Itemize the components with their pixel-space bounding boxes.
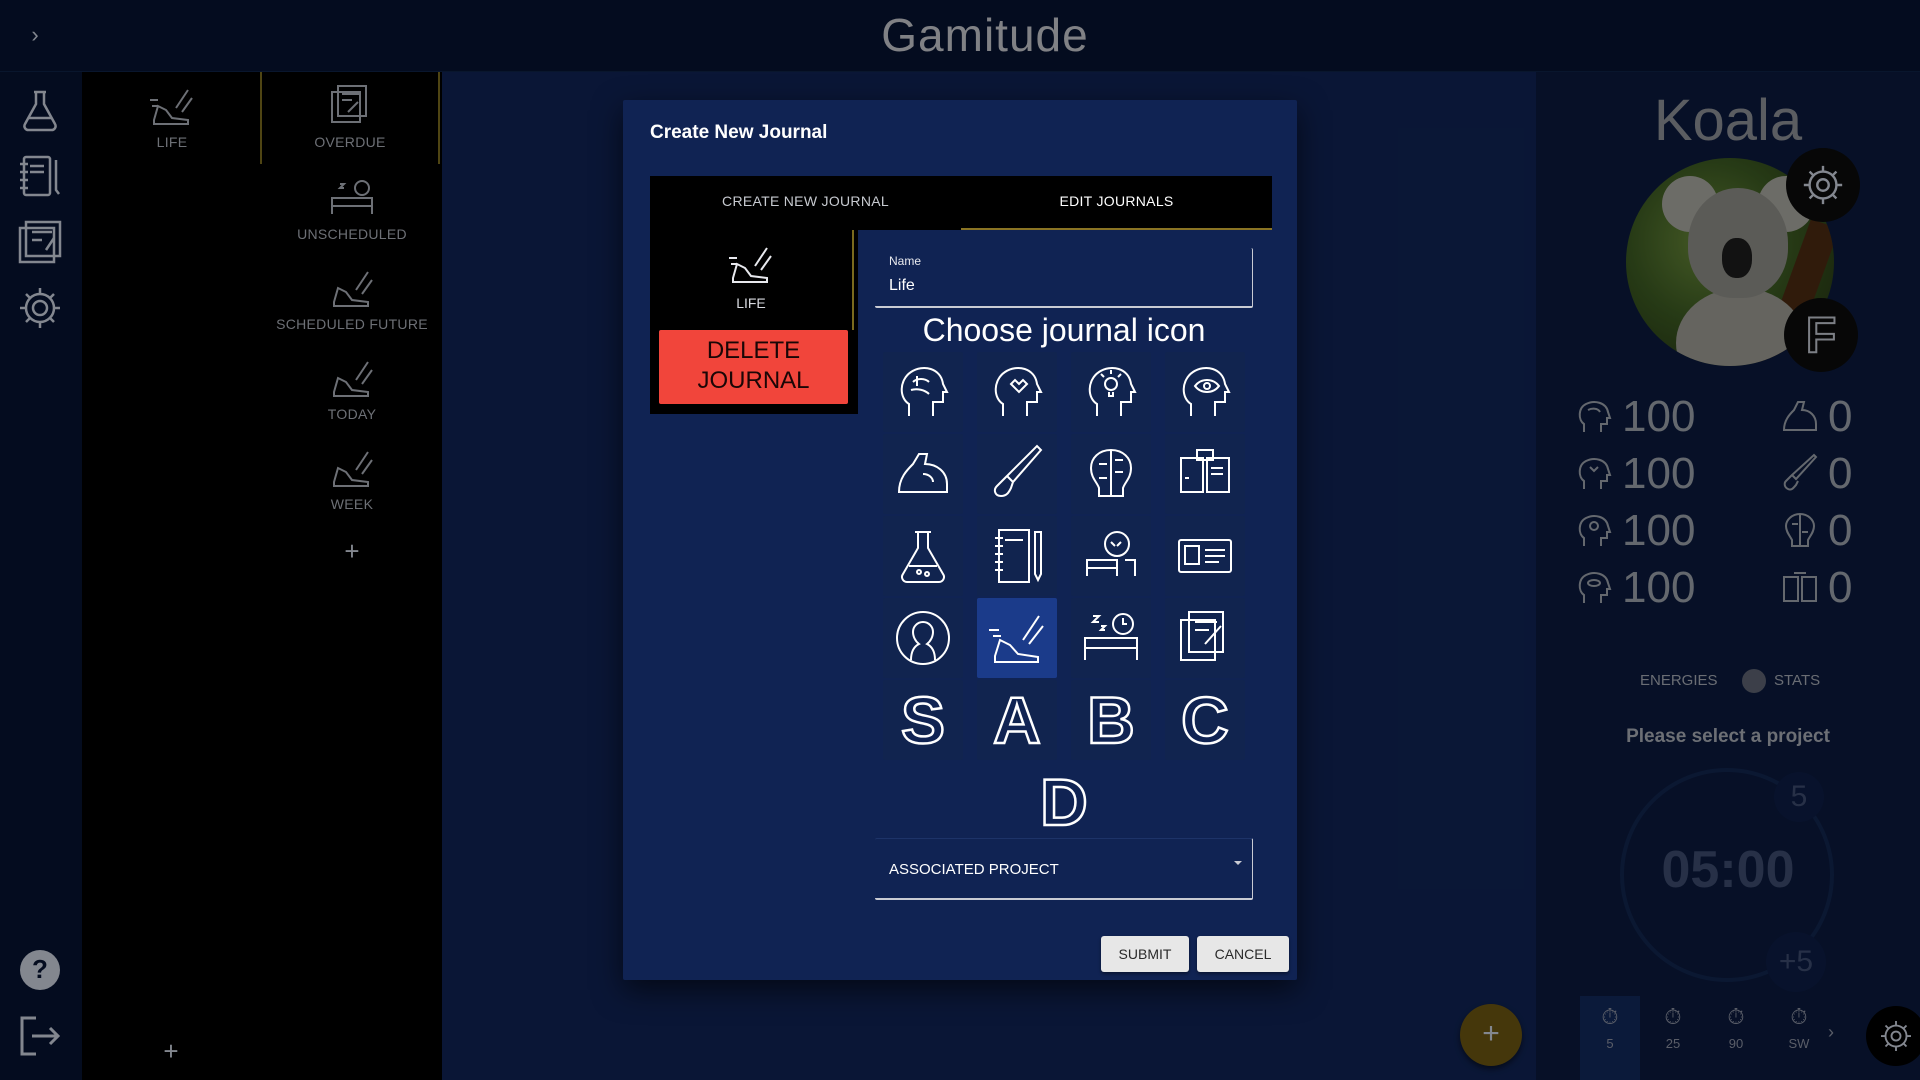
icon-option-checklist[interactable]: [1165, 598, 1245, 678]
heart-head-icon: [994, 367, 1043, 416]
name-label: Name: [889, 254, 922, 268]
eye-head-icon: [1182, 367, 1231, 416]
flask-icon: [901, 531, 945, 583]
journal-name-field[interactable]: Name: [875, 248, 1253, 308]
dialog-tabs: CREATE NEW JOURNAL EDIT JOURNALS: [650, 176, 1272, 230]
cancel-button[interactable]: CANCEL: [1197, 936, 1289, 972]
icon-option-letter-s[interactable]: S: [883, 680, 963, 760]
brain-head-icon: [900, 367, 949, 416]
checklist-icon: [1180, 611, 1224, 661]
muscle-icon: [897, 453, 948, 493]
icon-option-book[interactable]: [1165, 434, 1245, 514]
icon-option-letter-a[interactable]: A: [977, 680, 1057, 760]
icon-option-letter-c[interactable]: C: [1165, 680, 1245, 760]
delete-journal-button[interactable]: DELETE JOURNAL: [659, 330, 848, 404]
create-journal-dialog: Create New Journal CREATE NEW JOURNAL ED…: [623, 100, 1297, 980]
icon-option-muscle[interactable]: [883, 434, 963, 514]
icon-option-flask[interactable]: [883, 516, 963, 596]
submit-button[interactable]: SUBMIT: [1101, 936, 1189, 972]
associated-project-select[interactable]: ASSOCIATED PROJECT: [875, 838, 1253, 900]
tab-create-new-journal[interactable]: CREATE NEW JOURNAL: [650, 176, 961, 230]
dropdown-caret-icon: [1234, 861, 1242, 865]
notebook-icon: [995, 529, 1042, 583]
book-icon: [1180, 449, 1230, 493]
choose-icon-title: Choose journal icon: [922, 312, 1206, 348]
person-icon: [896, 611, 950, 665]
tab-edit-journals[interactable]: EDIT JOURNALS: [961, 176, 1272, 230]
edit-journal-list: LIFE DELETE JOURNAL: [650, 230, 858, 414]
idea-head-icon: [1088, 367, 1137, 416]
icon-option-letter-d[interactable]: D: [1024, 762, 1104, 842]
alien-icon: [1086, 531, 1136, 576]
icon-option-running-shoe[interactable]: [977, 598, 1057, 678]
journal-item-life[interactable]: LIFE: [650, 230, 854, 330]
icon-option-alien[interactable]: [1071, 516, 1151, 596]
icon-option-notebook[interactable]: [977, 516, 1057, 596]
brush-icon: [993, 444, 1043, 498]
icon-option-letter-b[interactable]: B: [1071, 680, 1151, 760]
brain-circuit-icon: [1089, 448, 1133, 497]
id-card-icon: [1178, 539, 1232, 573]
running-shoe-icon: [729, 247, 772, 283]
sleep-icon: [1084, 613, 1138, 660]
icon-option-person[interactable]: [883, 598, 963, 678]
icon-option-brain-circuit[interactable]: [1071, 434, 1151, 514]
icon-option-id-card[interactable]: [1165, 516, 1245, 596]
icon-option-brush[interactable]: [977, 434, 1057, 514]
active-tab-indicator: [961, 228, 1272, 230]
journal-name-input[interactable]: [889, 274, 1229, 298]
icon-option-eye-head[interactable]: [1165, 352, 1245, 432]
icon-option-heart-head[interactable]: [977, 352, 1057, 432]
icon-option-idea-head[interactable]: [1071, 352, 1151, 432]
icon-option-brain-head[interactable]: [883, 352, 963, 432]
running-shoe-icon: [989, 615, 1044, 663]
icon-option-sleep[interactable]: [1071, 598, 1151, 678]
dialog-title: Create New Journal: [650, 122, 828, 143]
